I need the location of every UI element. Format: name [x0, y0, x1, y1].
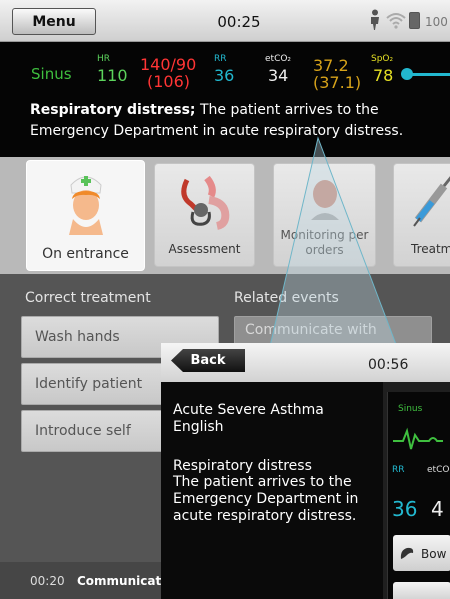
syringe-icon: [413, 176, 450, 227]
case-info-panel: Acute Severe Asthma English Respiratory …: [161, 382, 383, 599]
case-event-title: Respiratory distress: [173, 458, 312, 474]
scenario-description: Respiratory distress; The patient arrive…: [30, 100, 440, 142]
log-time: 00:20: [30, 574, 65, 588]
person-icon: [371, 9, 379, 30]
tab-label: Monitoring per orders: [280, 228, 369, 257]
mini-rr-value: 36: [392, 497, 418, 521]
inset-action-button[interactable]: [393, 582, 450, 599]
top-status-bar: Menu 00:25 100 %: [0, 0, 450, 42]
category-tabs: On entrance Assessment Monitoring per or…: [0, 157, 450, 274]
hr-label: HR: [97, 54, 111, 64]
scenario-title: Respiratory distress;: [30, 102, 196, 118]
inset-monitor-panel: Sinus RR etCO 36 4 Bow: [387, 392, 450, 599]
mini-etco2-label: etCO: [427, 465, 450, 475]
nurse-icon: [68, 176, 103, 235]
spo2-label: SpO₂: [371, 54, 394, 64]
wifi-icon: [386, 13, 406, 29]
correct-treatment-heading: Correct treatment: [25, 290, 151, 306]
bowel-sounds-button[interactable]: Bow: [393, 535, 450, 571]
related-events-heading: Related events: [234, 290, 339, 306]
rhythm-label: Sinus: [31, 65, 72, 83]
tab-treatment[interactable]: Treatment: [393, 163, 450, 267]
battery-level: 100 %: [425, 15, 450, 29]
tab-on-entrance[interactable]: On entrance: [26, 160, 145, 271]
rr-value: 36: [214, 66, 235, 85]
mini-etco2-value: 4: [431, 497, 444, 521]
case-title: Acute Severe Asthma: [173, 402, 324, 418]
mini-rhythm-label: Sinus: [398, 404, 423, 414]
tab-label: Assessment: [168, 242, 241, 256]
bowel-label: Bow: [421, 547, 447, 561]
case-language: English: [173, 419, 224, 435]
spo2-slider-handle[interactable]: [401, 68, 413, 80]
etco2-value: 34: [268, 66, 289, 85]
tab-label: Treatment: [411, 242, 450, 256]
spo2-value: 78: [373, 66, 394, 85]
back-button[interactable]: Back: [171, 349, 245, 372]
tab-label: On entrance: [42, 246, 129, 262]
bp-mean-value: (106): [147, 72, 191, 91]
monitoring-icon: [310, 180, 339, 220]
etco2-secondary-sub-value: (37.1): [313, 73, 362, 92]
mini-rr-label: RR: [392, 465, 405, 475]
etco2-label: etCO₂: [265, 54, 292, 64]
bowel-icon: [400, 547, 414, 559]
case-event-text: The patient arrives to the Emergency Dep…: [173, 474, 359, 524]
ecg-waveform-icon: [393, 427, 443, 450]
log-text: Communicat: [77, 574, 162, 588]
scenario-clock: 00:25: [217, 13, 261, 31]
hr-value: 110: [97, 66, 128, 85]
inset-device-screen: Back 00:56 Acute Severe Asthma English R…: [161, 343, 450, 599]
tab-monitoring-per-orders[interactable]: Monitoring per orders: [273, 163, 376, 267]
inset-top-bar: Back 00:56: [161, 343, 450, 382]
inset-clock: 00:56: [368, 357, 409, 373]
tab-assessment[interactable]: Assessment: [154, 163, 255, 267]
vital-signs-panel: Sinus HR 110 140/90 (106) RR 36 etCO₂ 34…: [0, 42, 450, 157]
stethoscope-icon: [180, 175, 229, 230]
rr-label: RR: [214, 54, 227, 64]
battery-icon: [409, 12, 420, 29]
